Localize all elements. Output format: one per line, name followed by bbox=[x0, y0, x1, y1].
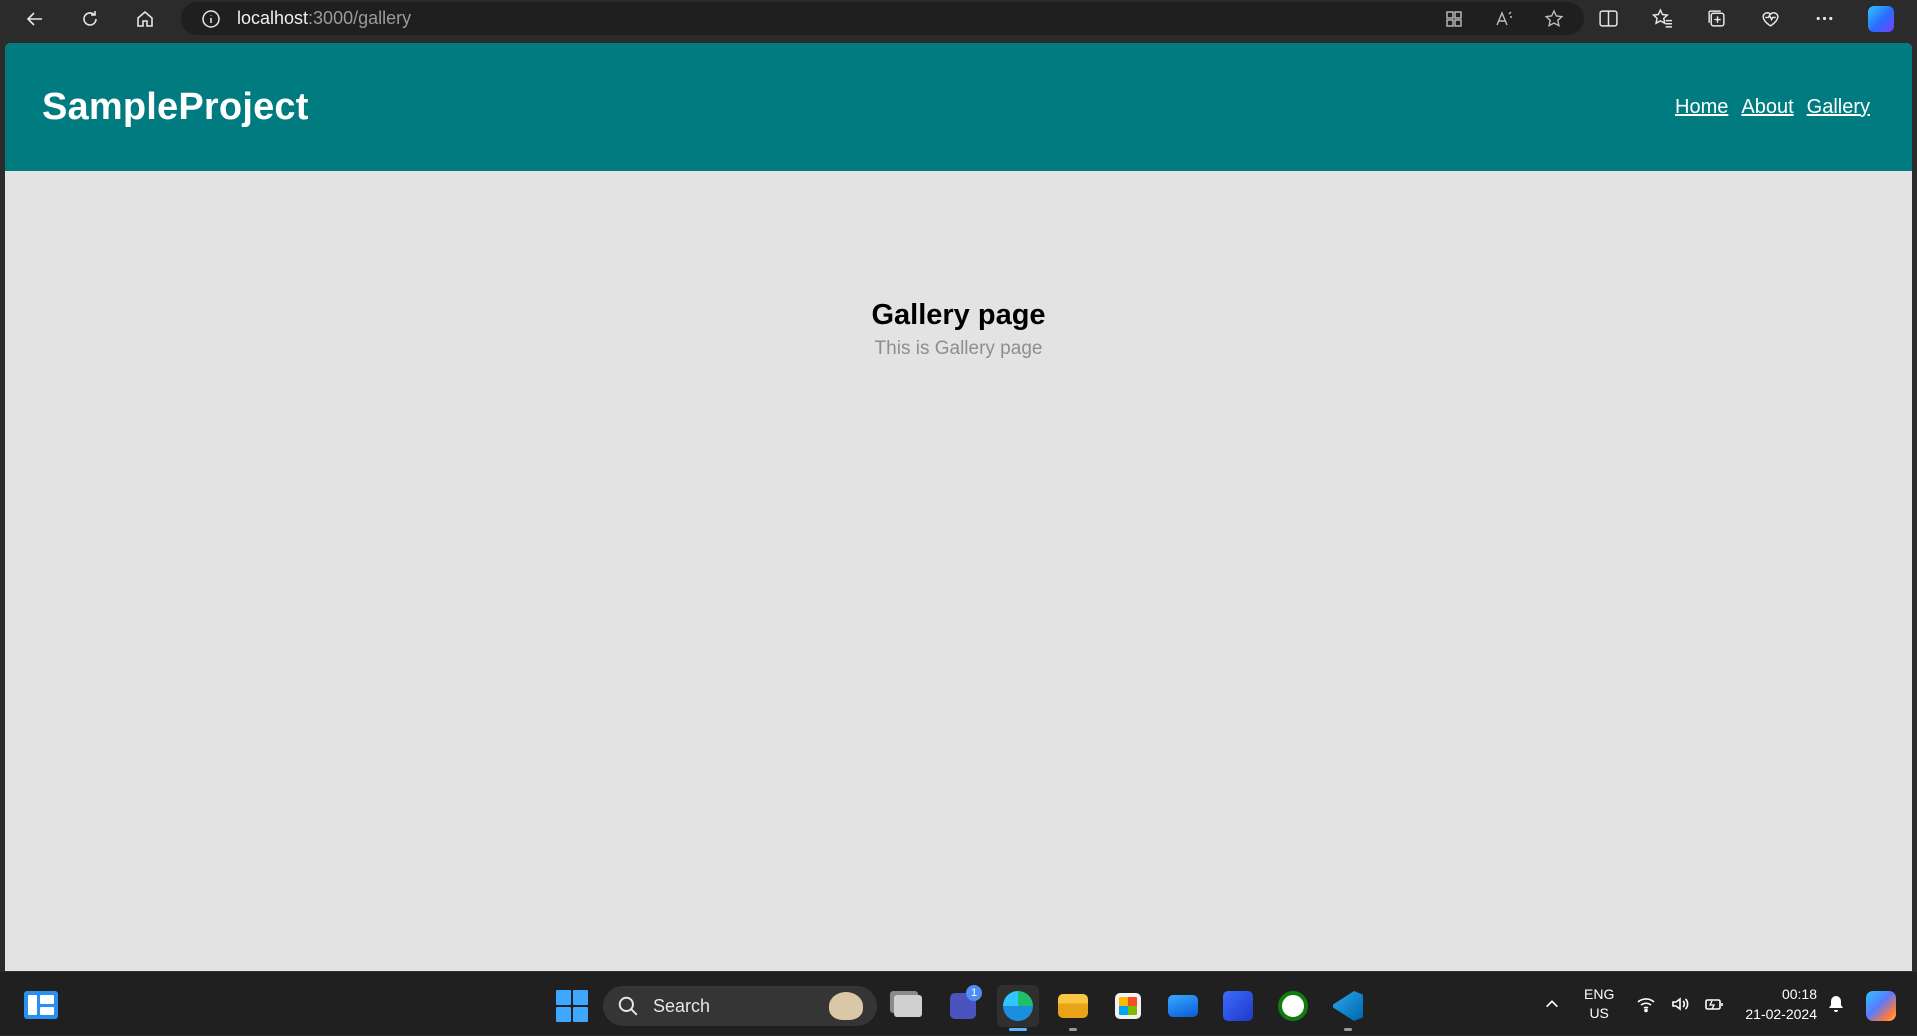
home-button[interactable] bbox=[126, 0, 163, 37]
address-bar-actions bbox=[1444, 2, 1564, 35]
collections-icon[interactable] bbox=[1706, 8, 1727, 29]
task-view-icon bbox=[894, 995, 922, 1017]
start-button[interactable] bbox=[556, 990, 588, 1022]
url-host: localhost bbox=[237, 8, 309, 28]
clock[interactable]: 00:18 21-02-2024 bbox=[1737, 972, 1817, 1036]
nav-link-gallery[interactable]: Gallery bbox=[1807, 96, 1870, 119]
site-info-icon[interactable] bbox=[201, 9, 221, 29]
taskbar-app-teams[interactable]: 1 bbox=[942, 985, 984, 1027]
page-title: Gallery page bbox=[871, 299, 1046, 331]
copilot-taskbar-icon[interactable] bbox=[1866, 991, 1896, 1021]
refresh-icon bbox=[82, 10, 97, 26]
taskbar-app-task-view[interactable] bbox=[887, 985, 929, 1027]
browser-right-tools bbox=[1598, 0, 1894, 37]
address-bar[interactable]: localhost:3000/gallery bbox=[181, 2, 1584, 35]
bell-icon bbox=[1829, 996, 1843, 1012]
split-screen-icon[interactable] bbox=[1598, 8, 1619, 29]
favorite-star-icon[interactable] bbox=[1544, 8, 1564, 29]
nav-link-home[interactable]: Home bbox=[1675, 96, 1728, 119]
back-arrow-icon bbox=[26, 11, 42, 26]
running-indicator bbox=[1069, 1028, 1077, 1031]
store-icon bbox=[1115, 993, 1141, 1019]
taskbar: Search 1 ENG US 00:18 21-02-2024 bbox=[0, 971, 1917, 1035]
widgets-icon-stack bbox=[40, 995, 54, 1015]
notifications-button[interactable] bbox=[1826, 972, 1846, 1036]
keyboard-region: US bbox=[1589, 1005, 1609, 1021]
widgets-icon-panel bbox=[28, 995, 37, 1015]
teams-notification-badge: 1 bbox=[966, 985, 982, 1001]
clock-date: 21-02-2024 bbox=[1745, 1006, 1817, 1022]
language-indicator[interactable]: ENG US bbox=[1584, 972, 1614, 1036]
nav-link-about[interactable]: About bbox=[1741, 96, 1793, 119]
chevron-up-icon bbox=[1546, 1000, 1558, 1008]
app-pen-icon bbox=[1223, 991, 1253, 1021]
read-aloud-icon[interactable] bbox=[1494, 9, 1514, 29]
more-options-icon[interactable] bbox=[1814, 8, 1835, 29]
search-label: Search bbox=[653, 995, 711, 1016]
copilot-icon[interactable] bbox=[1868, 5, 1894, 32]
xbox-icon bbox=[1278, 991, 1308, 1021]
edge-icon bbox=[1003, 991, 1033, 1021]
running-indicator bbox=[1344, 1028, 1352, 1031]
volume-icon bbox=[1672, 997, 1689, 1011]
taskbar-search[interactable]: Search bbox=[603, 986, 877, 1026]
back-button[interactable] bbox=[16, 0, 53, 37]
taskbar-app-file-explorer[interactable] bbox=[1052, 985, 1094, 1031]
page-main: Gallery page This is Gallery page bbox=[5, 171, 1912, 360]
taskbar-app-vscode[interactable] bbox=[1327, 985, 1369, 1031]
browser-toolbar: localhost:3000/gallery bbox=[0, 0, 1917, 37]
browser-essentials-icon[interactable] bbox=[1760, 8, 1781, 29]
taskbar-app-edge[interactable] bbox=[997, 985, 1039, 1031]
clock-time: 00:18 bbox=[1781, 986, 1817, 1002]
home-icon bbox=[136, 10, 153, 27]
language-code: ENG bbox=[1584, 986, 1615, 1002]
taskbar-app-xbox[interactable] bbox=[1272, 985, 1314, 1027]
page-subtitle: This is Gallery page bbox=[874, 338, 1043, 359]
page-viewport: SampleProject Home About Gallery Gallery… bbox=[5, 43, 1912, 971]
widgets-icon[interactable] bbox=[24, 991, 58, 1019]
system-tray-icons[interactable] bbox=[1636, 972, 1724, 1036]
favorites-icon[interactable] bbox=[1652, 8, 1673, 29]
file-explorer-icon bbox=[1058, 994, 1088, 1018]
site-nav: Home About Gallery bbox=[1675, 96, 1870, 119]
refresh-button[interactable] bbox=[71, 0, 108, 37]
show-hidden-icons-button[interactable] bbox=[1543, 972, 1561, 1036]
taskbar-app-mail[interactable] bbox=[1162, 985, 1204, 1027]
app-available-icon[interactable] bbox=[1444, 9, 1464, 29]
search-highlight-icon bbox=[829, 992, 863, 1020]
url-path: :3000/gallery bbox=[308, 8, 412, 28]
browser-nav-group bbox=[16, 0, 163, 37]
site-logo[interactable]: SampleProject bbox=[42, 86, 309, 129]
mail-icon bbox=[1168, 995, 1198, 1017]
vscode-icon bbox=[1333, 991, 1363, 1021]
taskbar-app-store[interactable] bbox=[1107, 985, 1149, 1027]
search-icon bbox=[618, 996, 638, 1016]
site-header: SampleProject Home About Gallery bbox=[5, 43, 1912, 171]
taskbar-app-pen[interactable] bbox=[1217, 985, 1259, 1027]
wifi-icon bbox=[1637, 998, 1655, 1013]
battery-icon bbox=[1705, 999, 1723, 1010]
active-indicator bbox=[1009, 1028, 1027, 1031]
